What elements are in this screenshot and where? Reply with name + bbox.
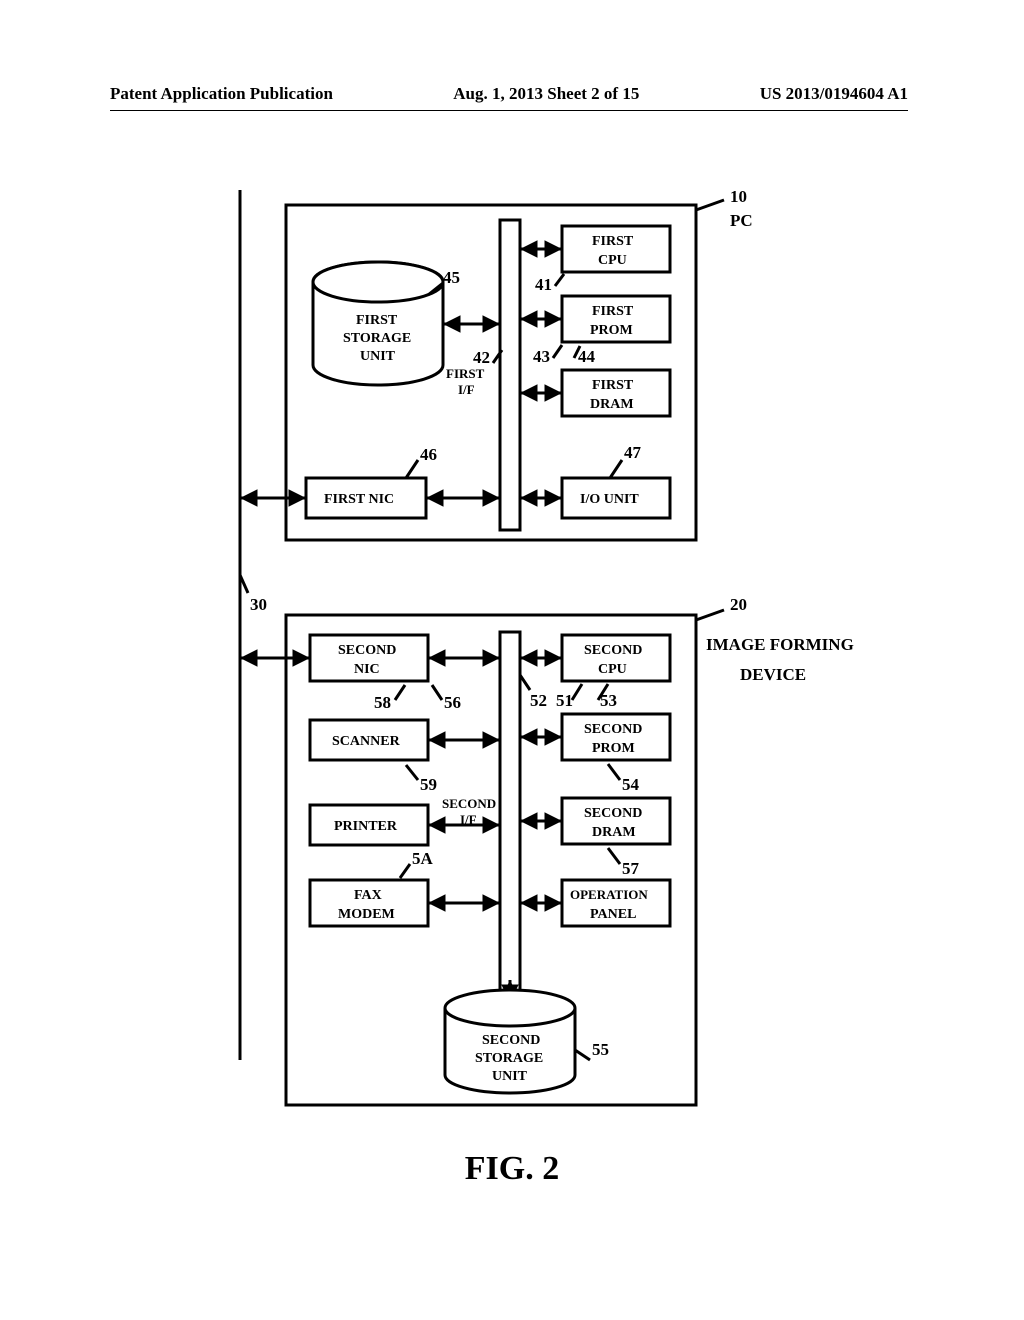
figure-caption: FIG. 2 <box>0 1150 1024 1188</box>
second-cpu-l1: SECOND <box>584 643 642 658</box>
header-center: Aug. 1, 2013 Sheet 2 of 15 <box>453 84 639 104</box>
second-nic-l1: SECOND <box>338 643 396 658</box>
ref-47: 47 <box>624 443 642 462</box>
ifd-label2: DEVICE <box>740 665 806 684</box>
scanner-l: SCANNER <box>332 734 401 749</box>
ref-41: 41 <box>535 275 552 294</box>
ref-54: 54 <box>622 775 640 794</box>
first-storage-top2 <box>313 262 443 302</box>
first-prom-l1: FIRST <box>592 304 634 319</box>
first-storage-l2: STORAGE <box>343 331 411 346</box>
first-storage-l3: UNIT <box>360 349 396 364</box>
first-nic-l: FIRST NIC <box>324 492 394 507</box>
fax-l2: MODEM <box>338 907 395 922</box>
ref-46: 46 <box>420 445 437 464</box>
ref-55: 55 <box>592 1040 609 1059</box>
first-cpu-l1: FIRST <box>592 234 634 249</box>
second-if-bus <box>500 632 520 1002</box>
diagram-canvas: 30 10 PC FIRST I/F 42 FIRST CPU 41 FIRST… <box>110 190 900 1120</box>
ref-58: 58 <box>374 693 391 712</box>
ref-line-10 <box>696 200 724 210</box>
ref-line-20 <box>696 610 724 620</box>
first-dram-l2: DRAM <box>590 397 634 412</box>
printer-l: PRINTER <box>334 819 398 834</box>
ref-42: 42 <box>473 348 490 367</box>
pc-label: PC <box>730 211 753 230</box>
second-prom-l2: PROM <box>592 741 635 756</box>
first-prom-l2: PROM <box>590 323 633 338</box>
first-if-label1: FIRST <box>446 366 485 381</box>
second-prom-l1: SECOND <box>584 722 642 737</box>
second-storage-top <box>445 990 575 1026</box>
first-storage-l1: FIRST <box>356 313 398 328</box>
second-storage-l3: UNIT <box>492 1069 528 1084</box>
ref-44: 44 <box>578 347 596 366</box>
ref-51: 51 <box>556 691 573 710</box>
second-storage-l2: STORAGE <box>475 1051 543 1066</box>
second-cpu-l2: CPU <box>598 662 627 677</box>
second-dram-l1: SECOND <box>584 806 642 821</box>
second-if-label1: SECOND <box>442 796 496 811</box>
ref-52: 52 <box>530 691 547 710</box>
ifd-label1: IMAGE FORMING <box>706 635 854 654</box>
ref-5A: 5A <box>412 849 434 868</box>
second-nic-l2: NIC <box>354 662 380 677</box>
page: Patent Application Publication Aug. 1, 2… <box>0 0 1024 1320</box>
io-unit-l: I/O UNIT <box>580 492 639 507</box>
ref-57: 57 <box>622 859 640 878</box>
ref-43: 43 <box>533 347 550 366</box>
header-right: US 2013/0194604 A1 <box>760 84 908 104</box>
first-cpu-l2: CPU <box>598 253 627 268</box>
fax-l1: FAX <box>354 888 382 903</box>
ref-56: 56 <box>444 693 461 712</box>
second-dram-l2: DRAM <box>592 825 636 840</box>
header-left: Patent Application Publication <box>110 84 333 104</box>
ref-53: 53 <box>600 691 617 710</box>
first-dram-l1: FIRST <box>592 378 634 393</box>
first-if-label2: I/F <box>458 382 475 397</box>
ref-59: 59 <box>420 775 437 794</box>
ref-20: 20 <box>730 595 747 614</box>
page-header: Patent Application Publication Aug. 1, 2… <box>110 84 908 111</box>
ref-45: 45 <box>443 268 460 287</box>
ref-30: 30 <box>250 595 267 614</box>
op-l1: OPERATION <box>570 887 648 902</box>
first-if-bus <box>500 220 520 530</box>
ref-10: 10 <box>730 190 747 206</box>
second-storage-l1: SECOND <box>482 1033 540 1048</box>
op-l2: PANEL <box>590 907 636 922</box>
